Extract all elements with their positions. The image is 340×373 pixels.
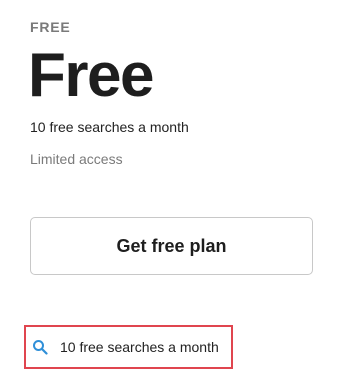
plan-tier-label: FREE: [30, 19, 71, 35]
search-icon: [32, 339, 48, 355]
feature-text: 10 free searches a month: [60, 339, 219, 355]
plan-name: Free: [28, 41, 154, 110]
plan-access-note: Limited access: [30, 151, 123, 167]
get-free-plan-button[interactable]: Get free plan: [30, 217, 313, 275]
get-free-plan-button-label: Get free plan: [116, 235, 227, 256]
feature-item: 10 free searches a month: [24, 325, 233, 369]
plan-description: 10 free searches a month: [30, 119, 189, 135]
